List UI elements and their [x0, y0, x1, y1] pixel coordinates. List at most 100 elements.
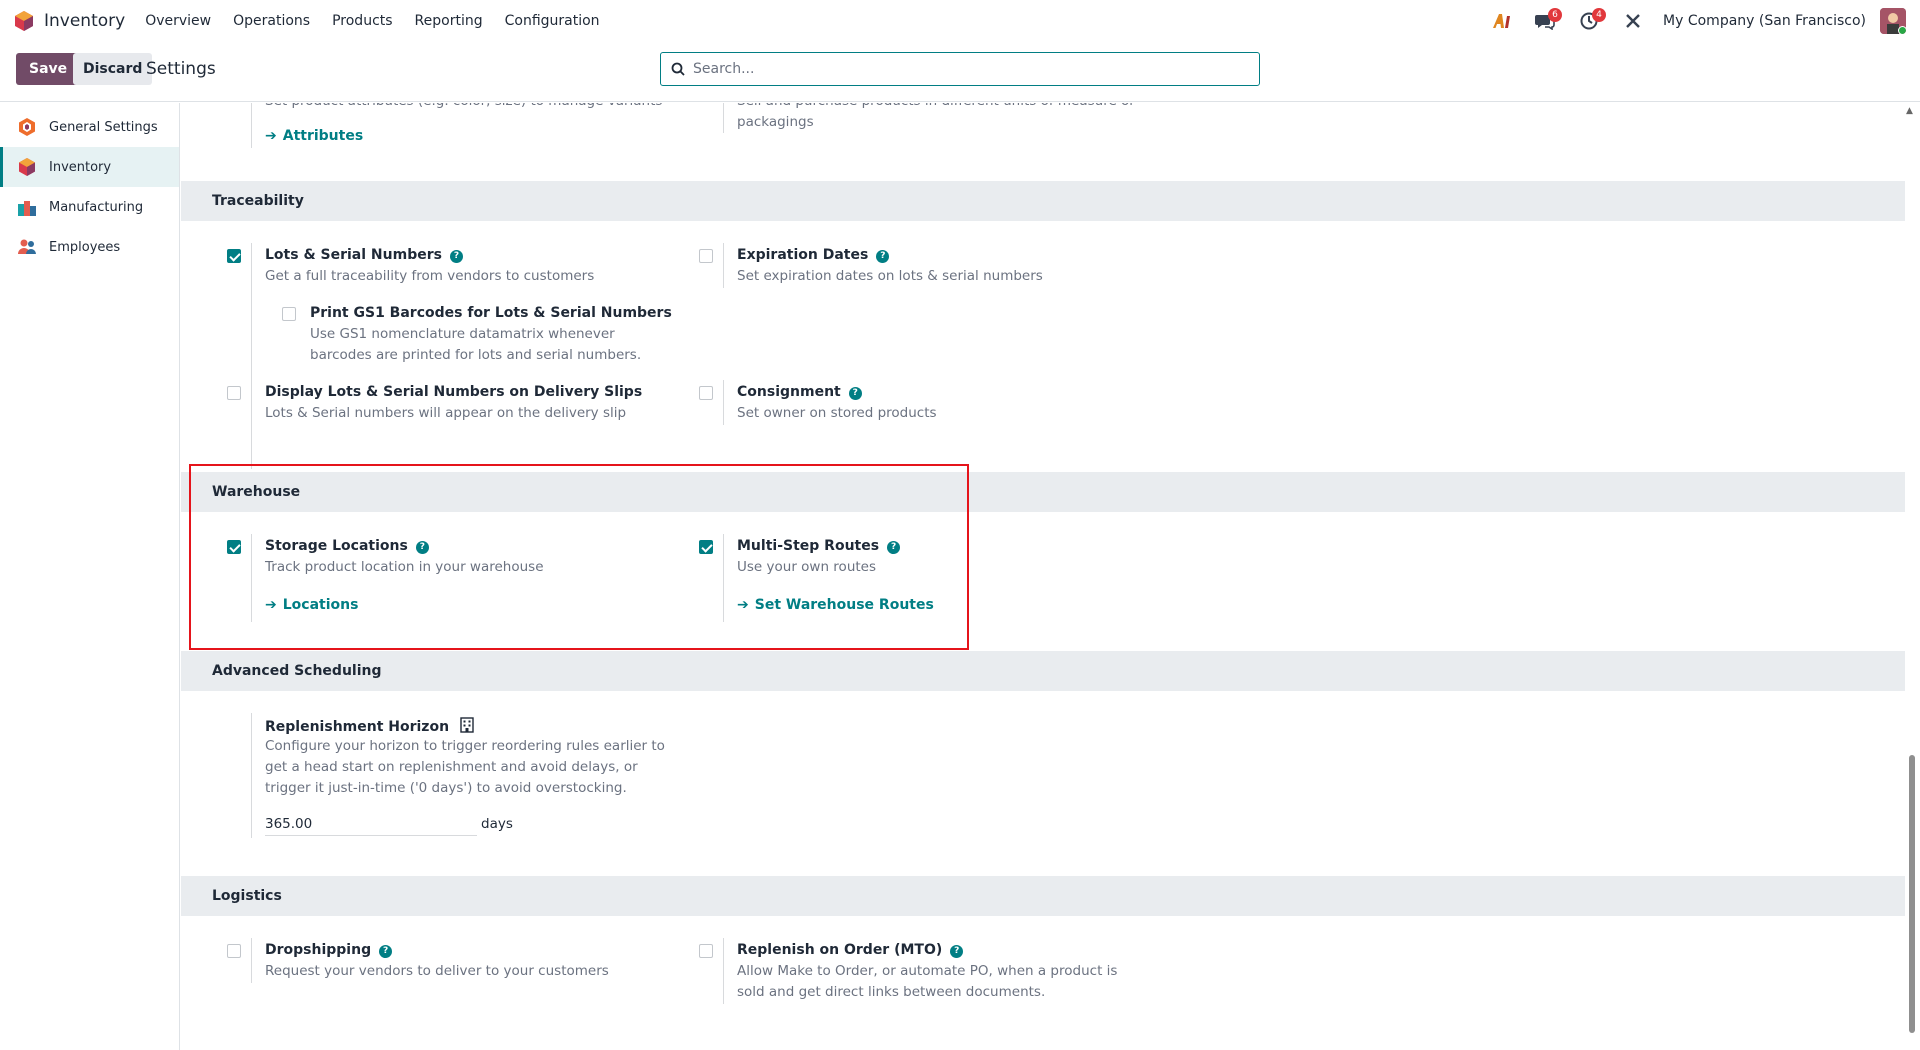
- expiration-dates-checkbox[interactable]: [699, 249, 713, 263]
- breadcrumb: Settings: [146, 59, 216, 79]
- lots-serial-checkbox[interactable]: [227, 249, 241, 263]
- building-icon: [460, 717, 474, 733]
- setting-divider: [251, 938, 252, 983]
- section-warehouse-header: Warehouse: [181, 472, 1905, 512]
- section-logistics-header: Logistics: [181, 876, 1905, 916]
- sidebar-item-employees[interactable]: Employees: [0, 227, 179, 267]
- setting-title: Dropshipping?: [265, 942, 393, 958]
- setting-title: Lots & Serial Numbers?: [265, 247, 463, 263]
- settings-content: Set product attributes (e.g. color, size…: [181, 103, 1905, 1050]
- save-button[interactable]: Save: [16, 53, 81, 85]
- menu-overview[interactable]: Overview: [145, 13, 211, 29]
- sidebar-item-inventory[interactable]: Inventory: [0, 147, 179, 187]
- section-advanced-scheduling-header: Advanced Scheduling: [181, 651, 1905, 691]
- sidebar-item-general-settings[interactable]: General Settings: [0, 107, 179, 147]
- setting-description: Track product location in your warehouse: [265, 559, 544, 575]
- activity-badge: 4: [1592, 8, 1607, 22]
- discuss-badge: 6: [1548, 8, 1563, 22]
- mto-checkbox[interactable]: [699, 944, 713, 958]
- sidebar-item-label: Manufacturing: [49, 199, 144, 215]
- sidebar-item-label: Inventory: [49, 159, 112, 175]
- setting-divider: [723, 938, 724, 1004]
- setting-divider: [251, 243, 252, 469]
- setting-title: Storage Locations?: [265, 538, 429, 554]
- help-icon[interactable]: ?: [415, 540, 429, 554]
- ai-icon[interactable]: [1487, 7, 1515, 35]
- scrollbar-thumb[interactable]: [1909, 755, 1915, 1033]
- arrow-right-icon: ➔: [737, 597, 749, 613]
- setting-divider: [251, 534, 252, 622]
- locations-link[interactable]: ➔ Locations: [265, 597, 358, 613]
- menu-products[interactable]: Products: [332, 13, 392, 29]
- setting-description: Use GS1 nomenclature datamatrix whenever…: [310, 326, 642, 363]
- setting-description: Set product attributes (e.g. color, size…: [265, 103, 665, 112]
- setting-description: Get a full traceability from vendors to …: [265, 268, 595, 284]
- tools-icon[interactable]: [1619, 7, 1647, 35]
- user-avatar[interactable]: [1880, 8, 1906, 34]
- manufacturing-icon: [18, 201, 36, 216]
- sidebar-item-label: Employees: [49, 239, 121, 255]
- setting-uom: Sell and purchase products in different …: [723, 103, 1163, 133]
- setting-divider: [723, 103, 724, 133]
- settings-sidebar: General Settings Inventory Manufacturing…: [0, 103, 180, 1050]
- days-unit-label: days: [481, 816, 513, 832]
- inventory-icon: [19, 158, 35, 176]
- odoo-icon: [19, 118, 35, 136]
- storage-locations-checkbox[interactable]: [227, 540, 241, 554]
- employees-icon: [18, 239, 36, 254]
- app-name[interactable]: Inventory: [44, 11, 125, 31]
- arrow-right-icon: ➔: [265, 128, 277, 144]
- attributes-link[interactable]: ➔ Attributes: [265, 128, 363, 144]
- menu-operations[interactable]: Operations: [233, 13, 310, 29]
- search-icon: [671, 62, 685, 76]
- help-icon[interactable]: ?: [449, 249, 463, 263]
- setting-description: Configure your horizon to trigger reorde…: [265, 738, 665, 796]
- setting-description: Allow Make to Order, or automate PO, whe…: [737, 963, 1118, 1000]
- top-navbar: Inventory Overview Operations Products R…: [0, 0, 1920, 42]
- sidebar-item-manufacturing[interactable]: Manufacturing: [0, 187, 179, 227]
- dropshipping-checkbox[interactable]: [227, 944, 241, 958]
- setting-description: Sell and purchase products in different …: [737, 103, 1177, 112]
- search-input[interactable]: [693, 61, 1259, 77]
- set-warehouse-routes-link[interactable]: ➔ Set Warehouse Routes: [737, 597, 934, 613]
- search-bar[interactable]: [660, 52, 1260, 86]
- setting-description: Request your vendors to deliver to your …: [265, 963, 609, 979]
- sidebar-item-label: General Settings: [49, 119, 158, 135]
- multi-step-routes-checkbox[interactable]: [699, 540, 713, 554]
- setting-variants: Set product attributes (e.g. color, size…: [251, 103, 691, 148]
- setting-title: Print GS1 Barcodes for Lots & Serial Num…: [310, 305, 672, 321]
- setting-divider: [251, 713, 252, 838]
- help-icon[interactable]: ?: [876, 249, 890, 263]
- activity-clock-icon[interactable]: 4: [1575, 7, 1607, 35]
- display-lots-checkbox[interactable]: [227, 386, 241, 400]
- control-panel: Save Discard Settings: [0, 42, 1920, 102]
- replenishment-horizon-input[interactable]: [265, 812, 477, 836]
- discard-button[interactable]: Discard: [73, 53, 153, 85]
- inventory-app-icon[interactable]: [14, 10, 34, 32]
- setting-title: Consignment?: [737, 384, 862, 400]
- company-switcher[interactable]: My Company (San Francisco): [1663, 13, 1866, 29]
- setting-title: Display Lots & Serial Numbers on Deliver…: [265, 384, 643, 400]
- setting-divider: [251, 103, 252, 148]
- help-icon[interactable]: ?: [848, 386, 862, 400]
- setting-title: Replenishment Horizon: [265, 717, 474, 735]
- scroll-up-arrow-icon[interactable]: ▲: [1906, 106, 1916, 116]
- setting-divider: [723, 243, 724, 288]
- gs1-barcodes-checkbox[interactable]: [282, 307, 296, 321]
- help-icon[interactable]: ?: [379, 944, 393, 958]
- help-icon[interactable]: ?: [950, 944, 964, 958]
- section-traceability-header: Traceability: [181, 181, 1905, 221]
- setting-description: Lots & Serial numbers will appear on the…: [265, 405, 627, 421]
- setting-divider: [723, 380, 724, 425]
- arrow-right-icon: ➔: [265, 597, 277, 613]
- setting-description: Use your own routes: [737, 559, 877, 575]
- consignment-checkbox[interactable]: [699, 386, 713, 400]
- discuss-icon[interactable]: 6: [1531, 7, 1563, 35]
- setting-description-line2: packagings: [737, 114, 814, 130]
- help-icon[interactable]: ?: [887, 540, 901, 554]
- menu-configuration[interactable]: Configuration: [505, 13, 600, 29]
- setting-description: Set owner on stored products: [737, 405, 937, 421]
- navbar-systray: 6 4 My Company (San Francisco): [1471, 0, 1906, 42]
- setting-title: Replenish on Order (MTO)?: [737, 942, 964, 958]
- menu-reporting[interactable]: Reporting: [415, 13, 483, 29]
